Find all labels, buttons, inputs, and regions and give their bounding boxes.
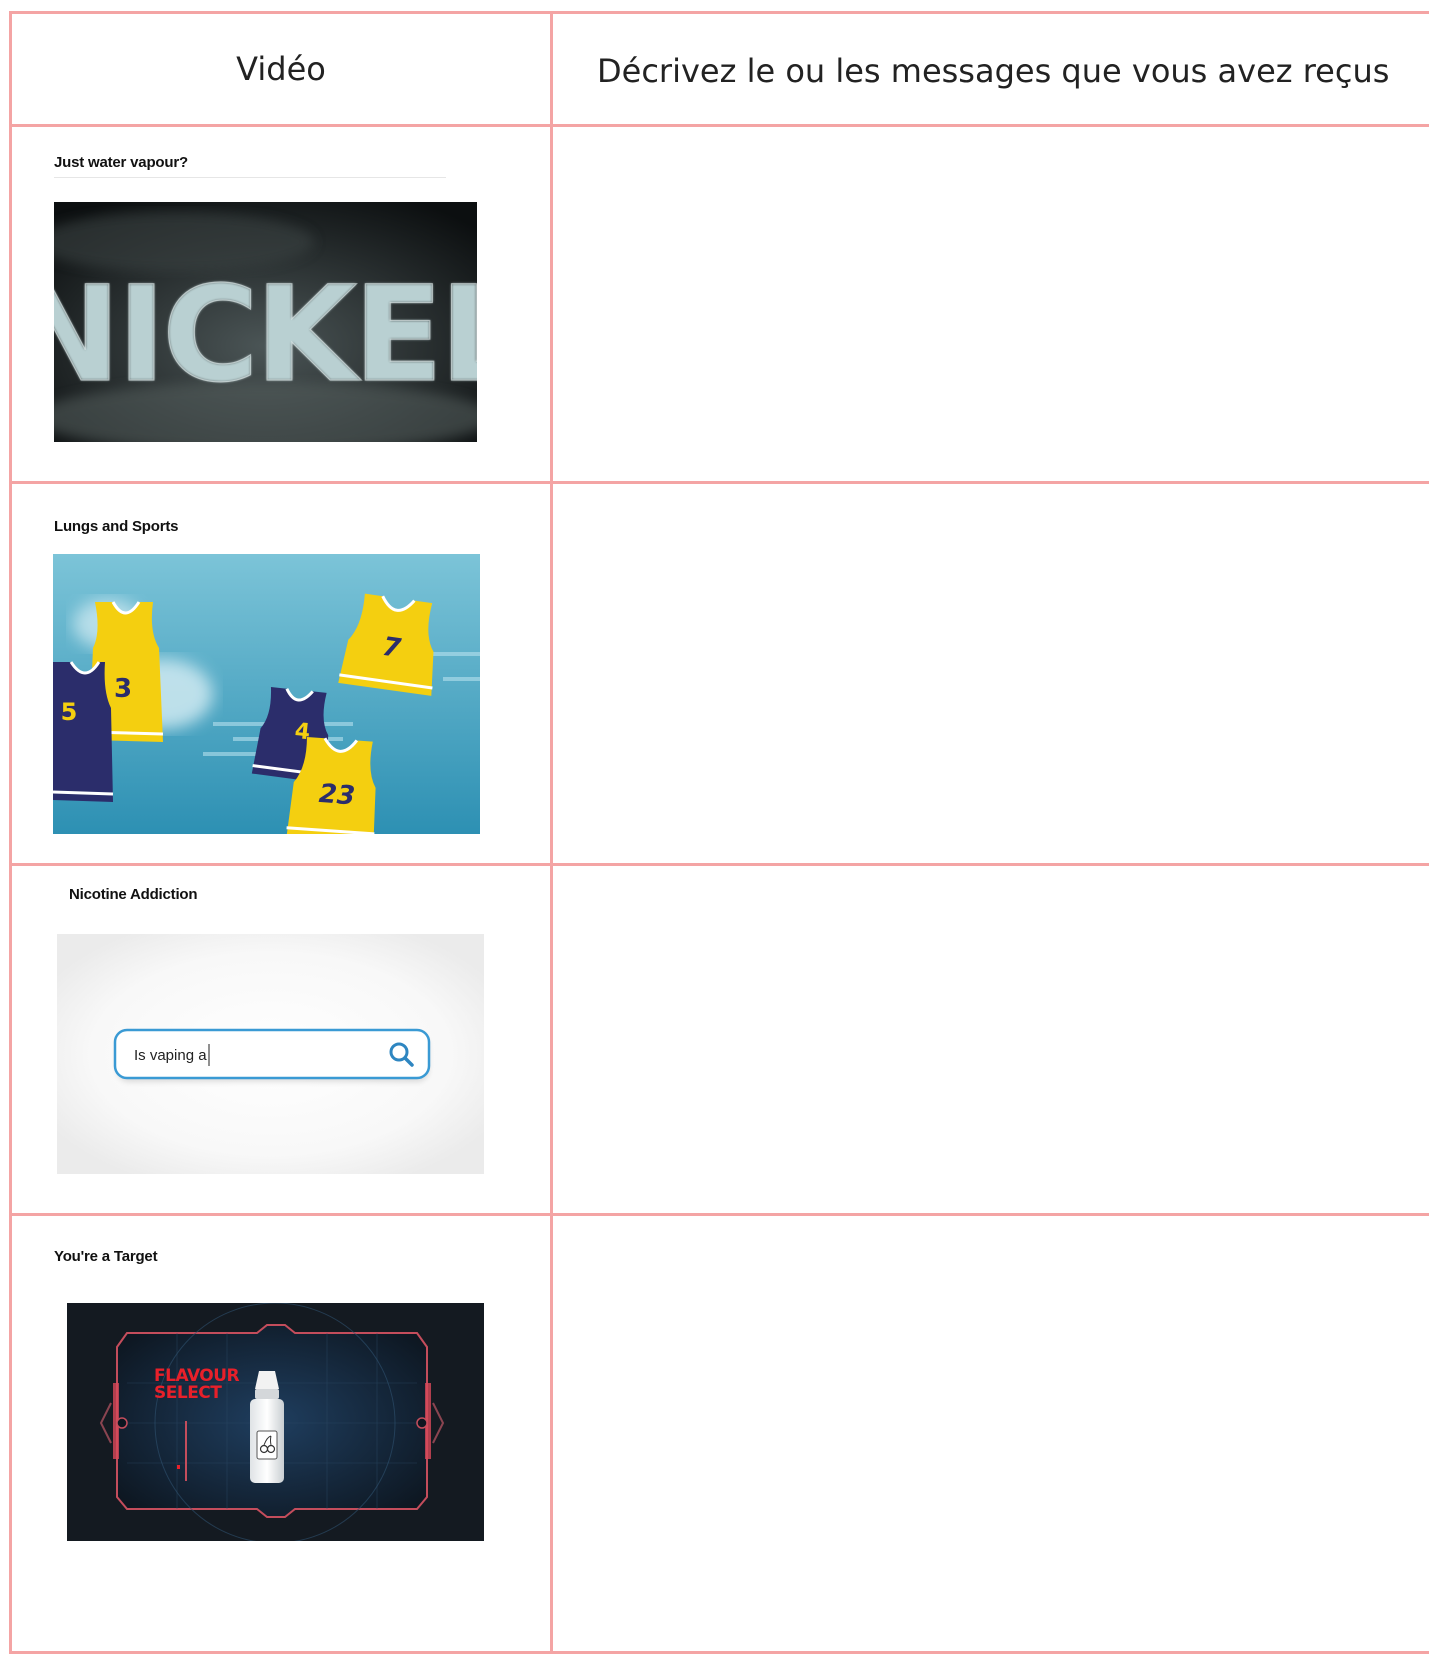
table-row: Nicotine Addiction Is vaping a: [11, 865, 1429, 1215]
video-title: You're a Target: [54, 1248, 157, 1265]
response-cell[interactable]: [552, 126, 1429, 483]
video-thumbnail-nickel[interactable]: NICKEL NICKEL: [54, 202, 477, 442]
table-row: Just water vapour? NICKEL: [11, 126, 1429, 483]
header-video: Vidéo: [11, 13, 552, 126]
video-title: Just water vapour?: [54, 154, 188, 171]
video-cell: Lungs and Sports: [11, 483, 552, 865]
video-cell: Just water vapour? NICKEL: [11, 126, 552, 483]
divider: [54, 177, 446, 178]
table-row: Lungs and Sports: [11, 483, 1429, 865]
response-cell[interactable]: [552, 1215, 1429, 1653]
nickel-text-outline: NICKEL: [54, 258, 477, 412]
video-table: Vidéo Décrivez le ou les messages que vo…: [9, 11, 1429, 1654]
select-text: SELECT: [154, 1383, 222, 1403]
video-thumbnail-lungs-sports[interactable]: 3 5 7: [53, 554, 480, 834]
video-title: Lungs and Sports: [54, 518, 178, 535]
video-thumbnail-youre-a-target[interactable]: FLAVOUR SELECT: [67, 1303, 484, 1541]
jersey-number: 5: [61, 698, 78, 726]
jersey-number: 3: [114, 674, 132, 704]
video-title: Nicotine Addiction: [69, 886, 197, 903]
header-row: Vidéo Décrivez le ou les messages que vo…: [11, 13, 1429, 126]
response-cell[interactable]: [552, 865, 1429, 1215]
video-cell: Nicotine Addiction Is vaping a: [11, 865, 552, 1215]
search-text: Is vaping a: [134, 1047, 207, 1064]
jersey-number: 23: [318, 779, 356, 811]
video-thumbnail-nicotine-addiction[interactable]: Is vaping a: [57, 934, 484, 1174]
table-row: You're a Target: [11, 1215, 1429, 1653]
video-cell: You're a Target: [11, 1215, 552, 1653]
response-cell[interactable]: [552, 483, 1429, 865]
header-description: Décrivez le ou les messages que vous ave…: [552, 13, 1429, 126]
